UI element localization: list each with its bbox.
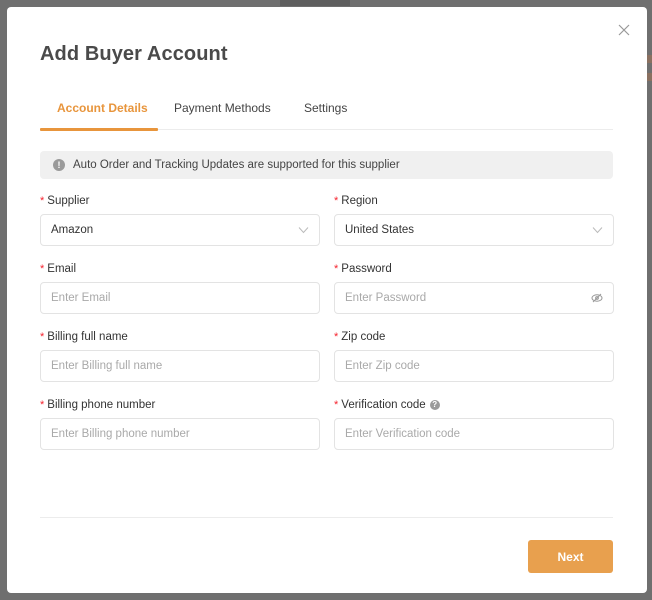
tab-bar: Account Details Payment Methods Settings [40,97,613,131]
exclamation-circle-icon: ! [53,159,65,171]
zip-code-placeholder: Enter Zip code [345,360,420,372]
backdrop-element [280,0,350,6]
zip-code-label-text: Zip code [341,331,386,343]
add-buyer-account-modal: Add Buyer Account Account Details Paymen… [7,7,647,593]
tab-account-details[interactable]: Account Details [57,101,148,127]
billing-phone-input[interactable]: Enter Billing phone number [40,418,320,450]
close-button[interactable] [617,23,631,37]
region-value: United States [345,224,415,236]
zip-code-input[interactable]: Enter Zip code [334,350,614,382]
supplier-value: Amazon [51,224,94,236]
supplier-field: * Supplier Amazon [40,193,320,246]
question-circle-icon[interactable]: ? [429,400,440,410]
password-placeholder: Enter Password [345,292,427,304]
billing-phone-field: * Billing phone number Enter Billing pho… [40,397,320,450]
billing-full-name-input[interactable]: Enter Billing full name [40,350,320,382]
billing-phone-label-text: Billing phone number [47,399,156,411]
footer-divider [40,517,613,518]
verification-code-label-text: Verification code [341,399,426,411]
backdrop-element [647,73,652,81]
billing-phone-label: * Billing phone number [40,397,320,413]
billing-full-name-label: * Billing full name [40,329,320,345]
supplier-info-alert: ! Auto Order and Tracking Updates are su… [40,151,613,179]
verification-code-input[interactable]: Enter Verification code [334,418,614,450]
email-field: * Email Enter Email [40,261,320,314]
supplier-label: * Supplier [40,193,320,209]
region-select[interactable]: United States [334,214,614,246]
eye-off-icon[interactable] [591,293,603,303]
active-tab-indicator [40,128,158,131]
supplier-label-text: Supplier [47,195,90,207]
required-mark: * [40,263,45,275]
alert-text: Auto Order and Tracking Updates are supp… [73,159,400,171]
next-button[interactable]: Next [528,540,613,573]
supplier-select[interactable]: Amazon [40,214,320,246]
required-mark: * [334,331,339,343]
required-mark: * [40,195,45,207]
billing-full-name-placeholder: Enter Billing full name [51,360,163,372]
email-input[interactable]: Enter Email [40,282,320,314]
chevron-down-icon [592,227,603,234]
backdrop-element [647,55,652,63]
password-field: * Password Enter Password [334,261,614,314]
region-label-text: Region [341,195,378,207]
password-label-text: Password [341,263,392,275]
billing-full-name-label-text: Billing full name [47,331,128,343]
region-label: * Region [334,193,614,209]
email-label-text: Email [47,263,77,275]
required-mark: * [40,331,45,343]
chevron-down-icon [298,227,309,234]
verification-code-label: * Verification code ? [334,397,614,413]
password-label: * Password [334,261,614,277]
billing-full-name-field: * Billing full name Enter Billing full n… [40,329,320,382]
email-placeholder: Enter Email [51,292,111,304]
password-input[interactable]: Enter Password [334,282,614,314]
email-label: * Email [40,261,320,277]
required-mark: * [334,263,339,275]
required-mark: * [40,399,45,411]
modal-title: Add Buyer Account [40,43,228,65]
close-icon [618,24,630,36]
zip-code-field: * Zip code Enter Zip code [334,329,614,382]
tab-settings[interactable]: Settings [304,101,347,127]
billing-phone-placeholder: Enter Billing phone number [51,428,190,440]
required-mark: * [334,195,339,207]
zip-code-label: * Zip code [334,329,614,345]
required-mark: * [334,399,339,411]
tab-payment-methods[interactable]: Payment Methods [174,101,271,127]
verification-code-placeholder: Enter Verification code [345,428,461,440]
verification-code-field: * Verification code ? Enter Verification… [334,397,614,450]
region-field: * Region United States [334,193,614,246]
